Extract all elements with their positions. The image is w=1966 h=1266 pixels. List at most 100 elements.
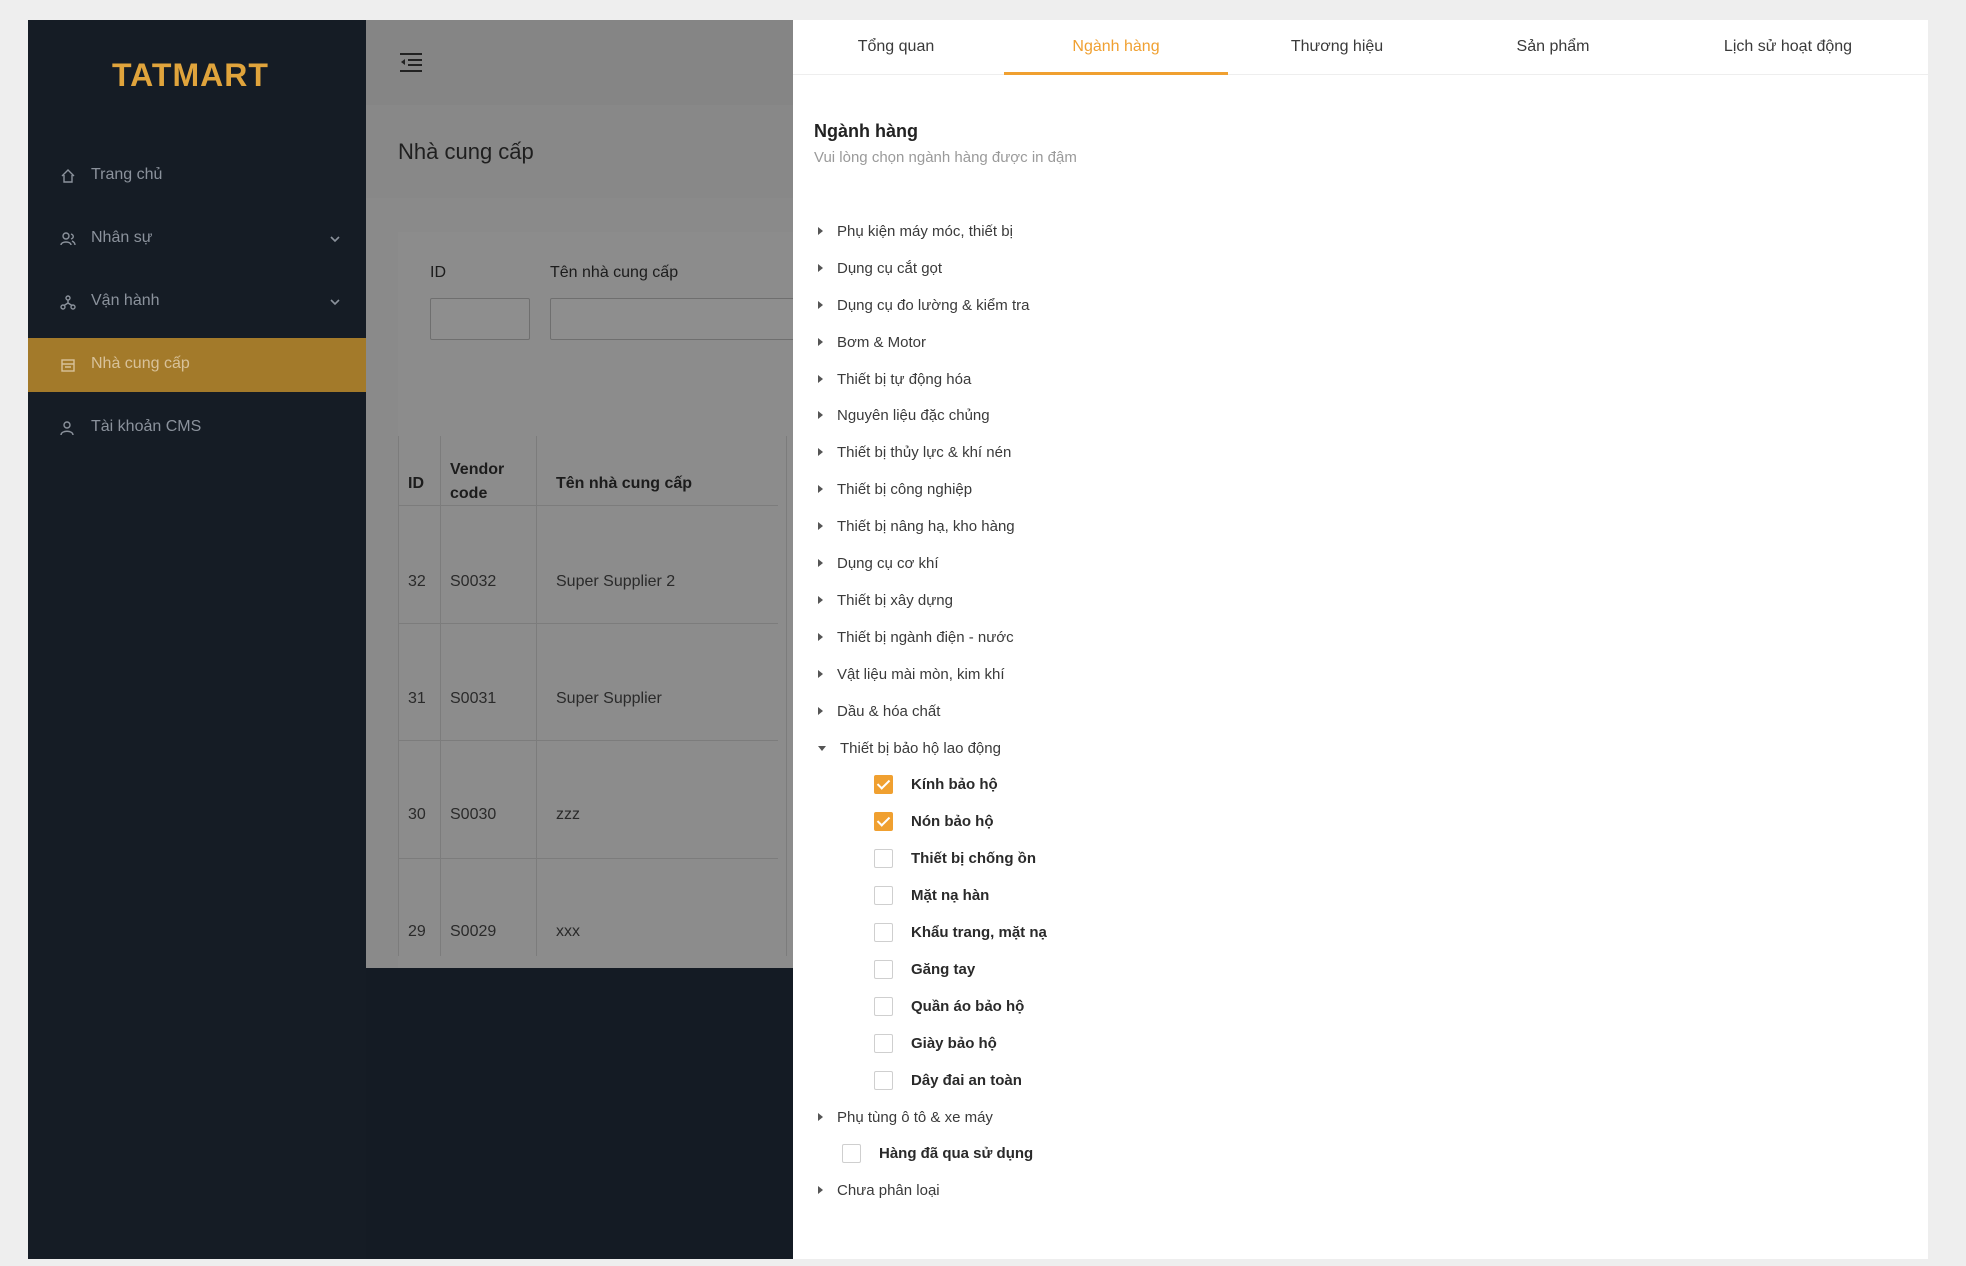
category-item[interactable]: Phụ tùng ô tô & xe máy (818, 1103, 993, 1131)
menu-toggle-icon[interactable] (398, 50, 424, 74)
caret-right-icon[interactable] (818, 485, 823, 493)
category-item[interactable]: Thiết bị nâng hạ, kho hàng (818, 512, 1015, 540)
subcategory-item[interactable]: Giày bảo hộ (874, 1029, 997, 1057)
category-label: Dầu & hóa chất (837, 702, 941, 720)
checkbox[interactable] (874, 996, 893, 1016)
table-cell: Super Supplier 2 (556, 573, 676, 590)
category-item[interactable]: Thiết bị ngành điện - nước (818, 623, 1014, 651)
active-tab-indicator (1004, 72, 1228, 75)
table-cell: 29 (408, 923, 426, 940)
tab-lịch-sử-hoạt-động[interactable]: Lịch sử hoạt động (1678, 38, 1898, 56)
caret-right-icon[interactable] (818, 559, 823, 567)
caret-right-icon[interactable] (818, 411, 823, 419)
brand-logo[interactable]: TATMART (28, 42, 366, 106)
caret-right-icon[interactable] (818, 338, 823, 346)
table-cell: 30 (408, 806, 426, 823)
caret-right-icon[interactable] (818, 1113, 823, 1121)
subcategory-item[interactable]: Hàng đã qua sử dụng (842, 1139, 1033, 1167)
sidebar-item-trang-chủ[interactable]: Trang chủ (28, 149, 366, 203)
caret-right-icon[interactable] (818, 301, 823, 309)
caret-down-icon[interactable] (818, 745, 826, 751)
checkbox[interactable] (874, 848, 893, 868)
category-label: Dụng cụ cơ khí (837, 554, 939, 572)
subcategory-item[interactable]: Găng tay (874, 955, 975, 983)
subcategory-item[interactable]: Dây đai an toàn (874, 1066, 1022, 1094)
subcategory-item[interactable]: Khẩu trang, mặt nạ (874, 918, 1047, 946)
sidebar-item-tài-khoản-cms[interactable]: Tài khoản CMS (28, 401, 366, 455)
checkbox[interactable] (874, 959, 893, 979)
users-icon (60, 231, 76, 247)
logo-mark: TATMART (112, 57, 268, 93)
checkbox[interactable] (874, 774, 893, 794)
tab-sản-phẩm[interactable]: Sản phẩm (1443, 38, 1663, 56)
caret-right-icon[interactable] (818, 670, 823, 678)
subcategory-item[interactable]: Thiết bị chống ồn (874, 844, 1036, 872)
subcategory-label: Nón bảo hộ (911, 812, 994, 830)
checkbox[interactable] (874, 922, 893, 942)
tab-thương-hiệu[interactable]: Thương hiệu (1227, 38, 1447, 56)
subcategory-item[interactable]: Mặt nạ hàn (874, 881, 989, 909)
table-header: Vendor code (450, 461, 505, 502)
caret-right-icon[interactable] (818, 596, 823, 604)
category-item[interactable]: Phụ kiện máy móc, thiết bị (818, 217, 1013, 245)
sidebar-item-vận-hành[interactable]: Vận hành (28, 275, 366, 329)
checkbox[interactable] (874, 1070, 893, 1090)
chevron-down-icon (328, 232, 342, 246)
home-icon (60, 168, 76, 184)
category-item[interactable]: Thiết bị tự động hóa (818, 365, 971, 393)
table-row-divider (398, 505, 778, 506)
caret-right-icon[interactable] (818, 227, 823, 235)
tab-tổng-quan[interactable]: Tổng quan (786, 38, 1006, 56)
sidebar-item-nhân-sự[interactable]: Nhân sự (28, 212, 366, 266)
category-label: Bơm & Motor (837, 333, 927, 351)
subcategory-item[interactable]: Kính bảo hộ (874, 770, 998, 798)
table-header: Tên nhà cung cấp (556, 475, 693, 492)
category-item[interactable]: Dụng cụ đo lường & kiểm tra (818, 291, 1029, 319)
checkbox[interactable] (874, 1033, 893, 1053)
filter-name-label: Tên nhà cung cấp (550, 264, 679, 281)
caret-right-icon[interactable] (818, 264, 823, 272)
category-item[interactable]: Dụng cụ cắt gọt (818, 254, 942, 282)
category-item[interactable]: Chưa phân loại (818, 1176, 940, 1204)
category-label: Phụ kiện máy móc, thiết bị (837, 222, 1013, 240)
filter-name-input[interactable] (550, 298, 810, 340)
category-item[interactable]: Thiết bị bảo hộ lao động (818, 734, 1001, 762)
caret-right-icon[interactable] (818, 707, 823, 715)
table-divider (786, 436, 787, 956)
category-item[interactable]: Vật liệu mài mòn, kim khí (818, 660, 1005, 688)
table-cell: S0030 (450, 806, 497, 823)
table-cell: 32 (408, 573, 426, 590)
network-icon (60, 294, 76, 310)
checkbox[interactable] (874, 811, 893, 831)
category-item[interactable]: Thiết bị xây dựng (818, 586, 953, 614)
category-drawer: Tổng quan Ngành hàng Thương hiệu Sản phẩm Lị… (793, 20, 1928, 1259)
subcategory-item[interactable]: Quần áo bảo hộ (874, 992, 1024, 1020)
filter-id-input[interactable] (430, 298, 530, 340)
checkbox[interactable] (842, 1143, 861, 1163)
sidebar-item-nhà-cung-cấp[interactable]: Nhà cung cấp (28, 338, 366, 392)
subcategory-item[interactable]: Nón bảo hộ (874, 807, 994, 835)
category-item[interactable]: Dầu & hóa chất (818, 697, 940, 725)
caret-right-icon[interactable] (818, 448, 823, 456)
subcategory-label: Hàng đã qua sử dụng (879, 1144, 1034, 1162)
sidebar-item-label: Nhà cung cấp (91, 355, 190, 372)
checkbox[interactable] (874, 885, 893, 905)
subcategory-label: Thiết bị chống ồn (911, 849, 1036, 867)
subcategory-label: Giày bảo hộ (911, 1034, 997, 1052)
category-item[interactable]: Nguyên liệu đặc chủng (818, 401, 990, 429)
calendar-icon (60, 357, 76, 373)
category-item[interactable]: Thiết bị thủy lực & khí nén (818, 438, 1011, 466)
tab-ngành-hàng[interactable]: Ngành hàng (1006, 38, 1226, 56)
category-item[interactable]: Bơm & Motor (818, 328, 926, 356)
sidebar-item-label: Nhân sự (91, 229, 153, 246)
table-cell: xxx (556, 923, 580, 940)
category-item[interactable]: Dụng cụ cơ khí (818, 549, 939, 577)
table-cell: S0029 (450, 923, 497, 940)
category-item[interactable]: Thiết bị công nghiệp (818, 475, 972, 503)
caret-right-icon[interactable] (818, 1186, 823, 1194)
subcategory-label: Dây đai an toàn (911, 1071, 1022, 1089)
caret-right-icon[interactable] (818, 375, 823, 383)
subcategory-label: Găng tay (911, 960, 976, 978)
caret-right-icon[interactable] (818, 633, 823, 641)
caret-right-icon[interactable] (818, 522, 823, 530)
